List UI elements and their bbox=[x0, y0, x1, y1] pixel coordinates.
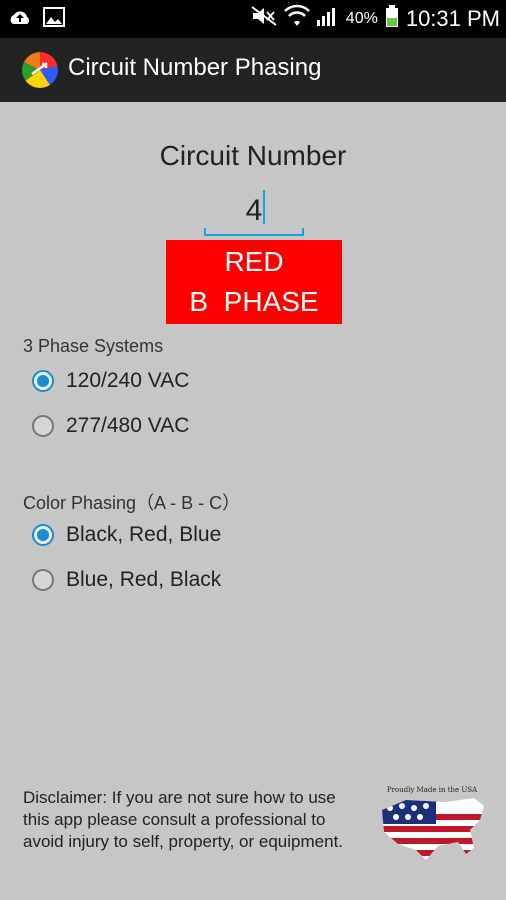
input-underline bbox=[204, 234, 304, 236]
radio-label: Blue, Red, Black bbox=[66, 568, 222, 591]
disclaimer-text: Disclaimer: If you are not sure how to u… bbox=[23, 788, 344, 851]
app-bar: Circuit Number Phasing bbox=[0, 38, 506, 102]
signal-icon bbox=[316, 5, 340, 33]
radio-277-480-vac[interactable]: 277/480 VAC bbox=[32, 406, 189, 446]
app-title: Circuit Number Phasing bbox=[68, 54, 322, 81]
text-cursor bbox=[263, 190, 265, 224]
radio-blue-red-black[interactable]: Blue, Red, Black bbox=[32, 560, 221, 600]
phase-systems-title: 3 Phase Systems bbox=[23, 336, 164, 356]
battery-icon bbox=[384, 4, 400, 34]
made-in-usa-badge: Proudly Made in the USA bbox=[376, 786, 488, 866]
mute-icon bbox=[250, 5, 278, 33]
radio-button-unchecked[interactable] bbox=[32, 569, 54, 591]
notification-icons bbox=[8, 6, 66, 33]
radio-label: Black, Red, Blue bbox=[66, 523, 222, 546]
battery-percent: 40% bbox=[345, 10, 378, 27]
circuit-number-input[interactable]: 4 bbox=[204, 186, 304, 236]
circuit-number-value: 4 bbox=[245, 194, 263, 227]
radio-label: 120/240 VAC bbox=[66, 369, 190, 392]
system-icons: 40% 10:31 PM bbox=[250, 4, 500, 34]
wifi-icon bbox=[283, 4, 310, 34]
phase-result-box: RED B PHASE bbox=[166, 240, 342, 324]
radio-button-unchecked[interactable] bbox=[32, 415, 54, 437]
phase-color-name: RED bbox=[224, 246, 284, 277]
radio-button-checked[interactable] bbox=[32, 370, 54, 392]
input-underline-right-tick bbox=[302, 228, 304, 236]
usa-badge-caption: Proudly Made in the USA bbox=[386, 786, 478, 794]
radio-black-red-blue[interactable]: Black, Red, Blue bbox=[32, 515, 221, 555]
status-bar: 40% 10:31 PM bbox=[0, 0, 506, 38]
radio-120-240-vac[interactable]: 120/240 VAC bbox=[32, 361, 189, 401]
radio-button-checked[interactable] bbox=[32, 524, 54, 546]
usa-flag-map-icon bbox=[382, 798, 484, 860]
clock: 10:31 PM bbox=[405, 6, 500, 31]
image-icon bbox=[42, 6, 66, 33]
phase-name: B PHASE bbox=[189, 286, 319, 317]
app-logo-icon bbox=[22, 52, 58, 88]
color-phasing-title: Color Phasing（A - B - C） bbox=[23, 493, 241, 513]
input-underline-left-tick bbox=[204, 228, 206, 236]
radio-label: 277/480 VAC bbox=[66, 414, 190, 437]
upload-icon bbox=[8, 6, 32, 33]
circuit-number-label: Circuit Number bbox=[159, 140, 347, 171]
